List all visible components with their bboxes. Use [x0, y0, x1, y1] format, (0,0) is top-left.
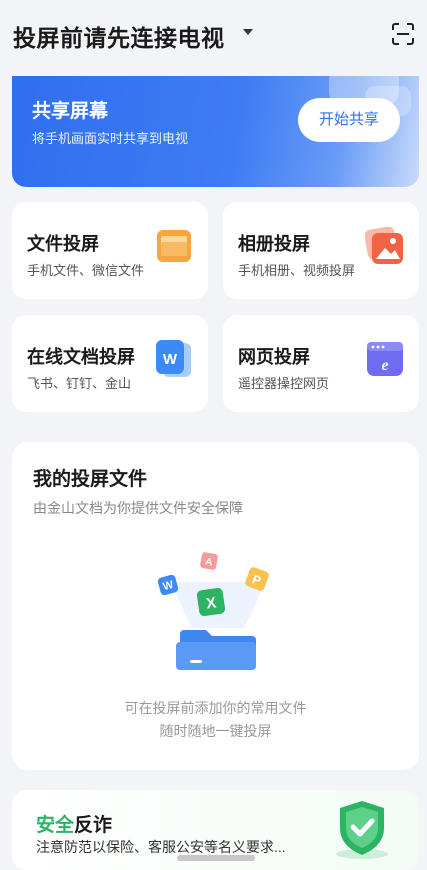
anti-fraud-subtitle: 注意防范以保险、客服公安等名义要求...	[36, 839, 286, 855]
section-subtitle: 由金山文档为你提供文件安全保障	[33, 500, 243, 516]
empty-folder-illustration: W A P X	[157, 552, 269, 670]
svg-text:e: e	[381, 357, 388, 374]
empty-hint-line1: 可在投屏前添加你的常用文件	[124, 700, 307, 716]
share-screen-banner: 共享屏幕 将手机画面实时共享到电视 开始共享	[12, 76, 419, 187]
card-title: 文件投屏	[27, 234, 99, 254]
banner-title: 共享屏幕	[32, 101, 109, 122]
card-title: 相册投屏	[238, 234, 310, 254]
start-share-button[interactable]: 开始共享	[298, 98, 400, 142]
empty-hint-line2: 随时随地一键投屏	[159, 723, 272, 739]
caret-down-icon[interactable]	[243, 29, 253, 35]
shield-check-icon	[336, 801, 388, 859]
card-subtitle: 遥控器操控网页	[238, 376, 330, 391]
folder-icon	[157, 230, 191, 262]
anti-fraud-title: 安全反诈	[36, 815, 113, 836]
home-indicator[interactable]	[177, 855, 255, 861]
card-subtitle: 手机文件、微信文件	[27, 263, 145, 278]
svg-text:W: W	[163, 351, 178, 368]
my-cast-files-panel: 我的投屏文件 由金山文档为你提供文件安全保障 W A P X 可在投屏前添加你的…	[12, 442, 419, 770]
card-title: 在线文档投屏	[27, 347, 135, 367]
online-doc-cast-card[interactable]: 在线文档投屏 飞书、钉钉、金山 W	[12, 315, 208, 412]
card-title: 网页投屏	[238, 347, 310, 367]
album-cast-card[interactable]: 相册投屏 手机相册、视频投屏	[223, 202, 419, 299]
page-title[interactable]: 投屏前请先连接电视	[13, 19, 225, 53]
browser-icon: e	[367, 342, 403, 376]
word-doc-icon: W	[156, 340, 191, 377]
card-subtitle: 飞书、钉钉、金山	[27, 376, 132, 391]
file-cast-card[interactable]: 文件投屏 手机文件、微信文件	[12, 202, 208, 299]
section-title: 我的投屏文件	[33, 469, 148, 490]
webpage-cast-card[interactable]: 网页投屏 遥控器操控网页 e	[223, 315, 419, 412]
card-subtitle: 手机相册、视频投屏	[238, 263, 356, 278]
scan-icon[interactable]	[391, 22, 415, 46]
banner-subtitle: 将手机画面实时共享到电视	[32, 131, 189, 146]
photo-icon	[365, 226, 403, 264]
app-header: 投屏前请先连接电视	[0, 0, 427, 70]
